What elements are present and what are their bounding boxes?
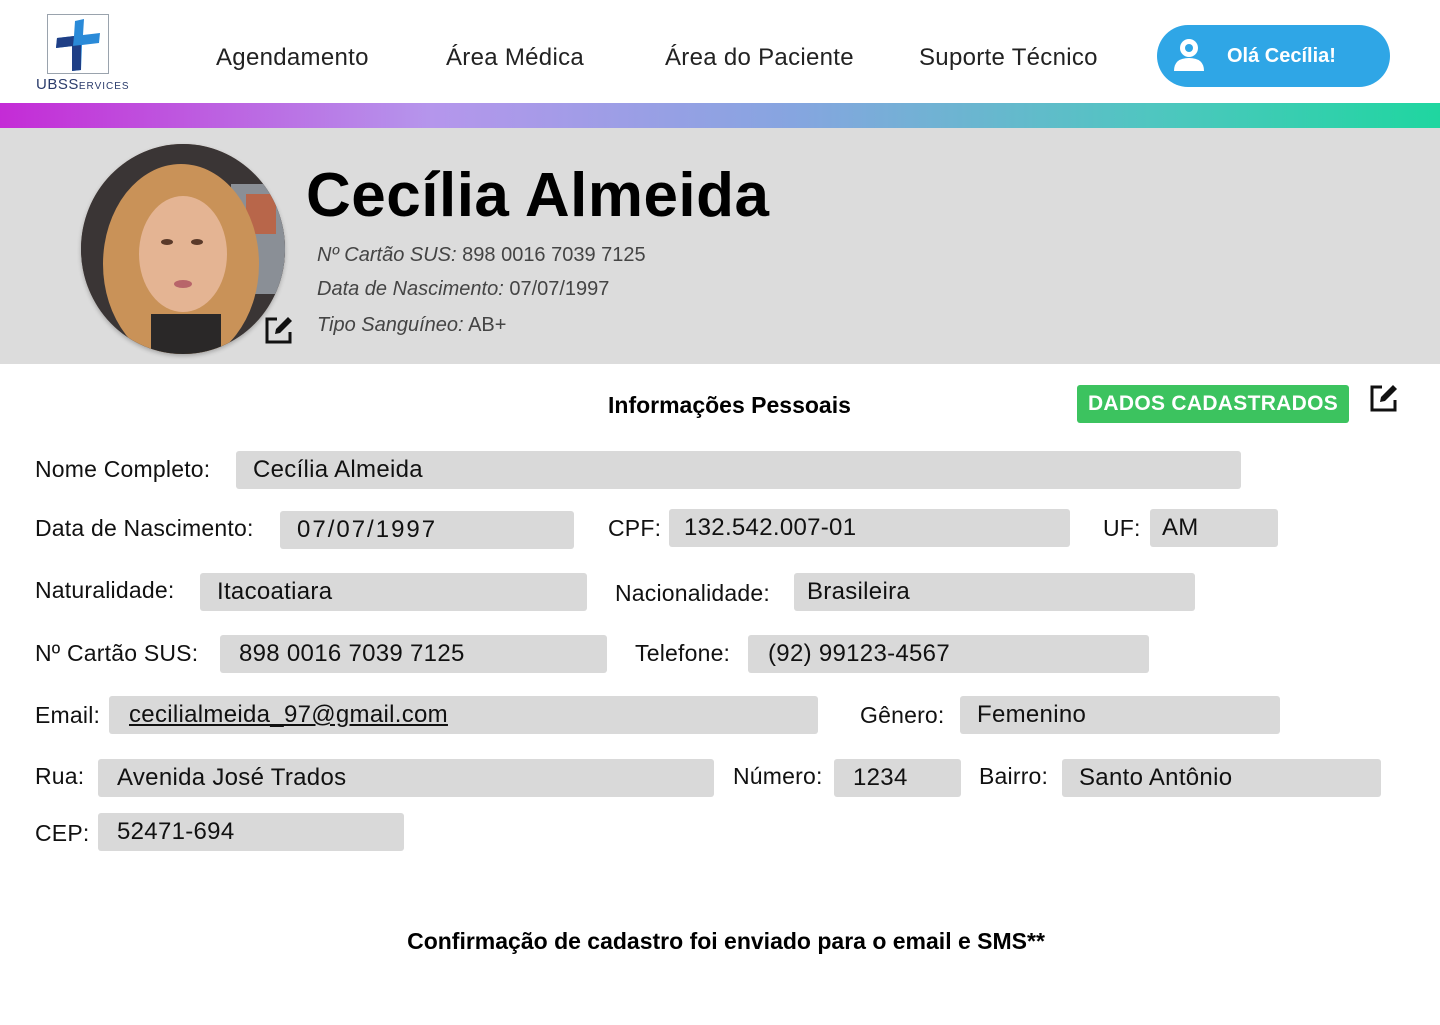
user-greeting-label: Olá Cecília! [1227, 45, 1336, 67]
gender-field[interactable]: Femenino [960, 696, 1280, 734]
profile-sus-line: Nº Cartão SUS: 898 0016 7039 7125 [317, 244, 646, 266]
profile-blood-line: Tipo Sanguíneo: AB+ [317, 314, 507, 336]
medical-cross-logo-icon [47, 14, 109, 74]
profile-banner: Cecília Almeida Nº Cartão SUS: 898 0016 … [0, 128, 1440, 364]
profile-birth-line: Data de Nascimento: 07/07/1997 [317, 278, 610, 300]
email-field[interactable]: cecilialmeida_97@gmail.com [109, 696, 818, 734]
uf-label: UF: [1103, 515, 1141, 541]
section-title: Informações Pessoais [608, 392, 851, 418]
uf-field[interactable]: AM [1150, 509, 1278, 547]
number-field[interactable]: 1234 [834, 759, 961, 797]
nationality-field[interactable]: Brasileira [794, 573, 1195, 611]
nav-area-paciente[interactable]: Área do Paciente [665, 44, 854, 72]
status-badge: DADOS CADASTRADOS [1077, 385, 1349, 423]
birth-date-label: Data de Nascimento: [35, 515, 254, 541]
user-icon [1172, 37, 1206, 73]
user-greeting-button[interactable]: Olá Cecília! [1157, 25, 1390, 87]
district-field[interactable]: Santo Antônio [1062, 759, 1381, 797]
birthplace-label: Naturalidade: [35, 577, 175, 603]
nav-suporte-tecnico[interactable]: Suporte Técnico [919, 44, 1098, 72]
nav-area-medica[interactable]: Área Médica [446, 44, 584, 72]
confirmation-note: Confirmação de cadastro foi enviado para… [407, 928, 1045, 954]
top-header: UBSSERVICES Agendamento Área Médica Área… [0, 0, 1440, 103]
gradient-divider [0, 103, 1440, 128]
email-label: Email: [35, 702, 101, 728]
email-link[interactable]: cecilialmeida_97@gmail.com [129, 701, 448, 728]
profile-name: Cecília Almeida [306, 161, 770, 230]
phone-field[interactable]: (92) 99123-4567 [748, 635, 1149, 673]
number-label: Número: [733, 763, 823, 789]
gender-label: Gênero: [860, 702, 945, 728]
cep-field[interactable]: 52471-694 [98, 813, 404, 851]
logo-text: UBSSERVICES [36, 76, 130, 93]
cpf-label: CPF: [608, 515, 662, 541]
street-field[interactable]: Avenida José Trados [98, 759, 714, 797]
edit-photo-icon[interactable] [263, 314, 295, 351]
nav-agendamento[interactable]: Agendamento [216, 44, 369, 72]
phone-label: Telefone: [635, 640, 731, 666]
cep-label: CEP: [35, 820, 90, 846]
full-name-field[interactable]: Cecília Almeida [236, 451, 1241, 489]
ubs-logo[interactable]: UBSSERVICES [36, 14, 129, 94]
edit-data-icon[interactable] [1368, 382, 1400, 419]
birth-date-field[interactable]: 07/07/1997 [280, 511, 574, 549]
birthplace-field[interactable]: Itacoatiara [200, 573, 587, 611]
nationality-label: Nacionalidade: [615, 580, 770, 606]
street-label: Rua: [35, 763, 85, 789]
sus-card-field[interactable]: 898 0016 7039 7125 [220, 635, 607, 673]
sus-card-label: Nº Cartão SUS: [35, 640, 199, 666]
district-label: Bairro: [979, 763, 1049, 789]
cpf-field[interactable]: 132.542.007-01 [669, 509, 1070, 547]
full-name-label: Nome Completo: [35, 456, 211, 482]
avatar [81, 144, 285, 354]
